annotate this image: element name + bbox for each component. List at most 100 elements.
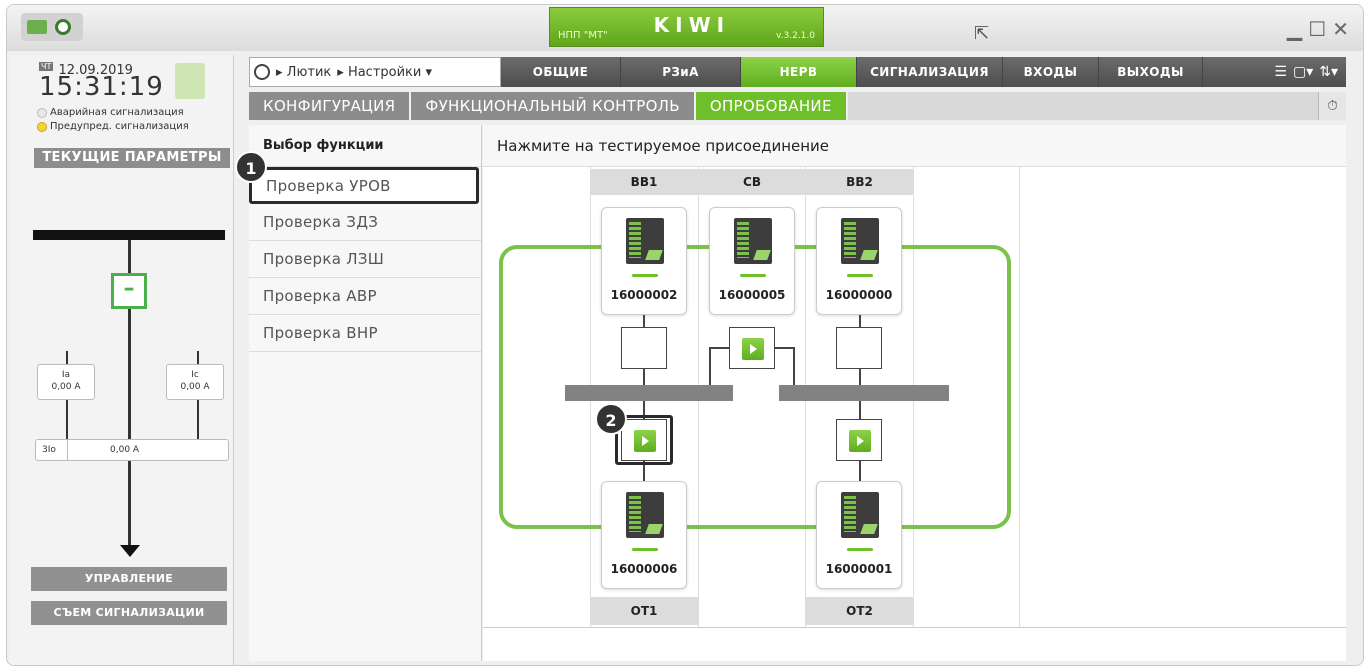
switch-vv1[interactable] xyxy=(621,327,667,369)
subtabs-bar: КОНФИГУРАЦИЯ ФУНКЦИОНАЛЬНЫЙ КОНТРОЛЬ ОПР… xyxy=(249,92,1346,120)
device-status-bar xyxy=(632,548,658,551)
ia-stem xyxy=(66,400,68,439)
breadcrumb-item-1[interactable]: ▸ Лютик xyxy=(276,65,331,80)
alarm-indicator: Аварийная сигнализация xyxy=(37,107,184,118)
product-name: KIWI xyxy=(653,12,731,37)
ia-tick xyxy=(66,351,68,365)
left-panel: ЧТ 12.09.2019 15:31:19 Аварийная сигнали… xyxy=(9,55,234,665)
function-item-urov[interactable]: Проверка УРОВ xyxy=(249,167,479,204)
alarm-dot-icon xyxy=(37,107,47,118)
title-bar: НПП "МТ" KIWI v.3.2.1.0 ⇱ ▁ ☐ ✕ xyxy=(7,5,1363,51)
wire xyxy=(859,461,861,481)
lock-icon[interactable] xyxy=(175,63,205,99)
alarm-label: Аварийная сигнализация xyxy=(50,107,184,118)
wire xyxy=(793,347,795,385)
wire xyxy=(775,347,795,349)
switch-vv2[interactable] xyxy=(836,327,882,369)
i3o-meter: 3Io 0,00 A xyxy=(35,439,229,461)
function-item-zdz[interactable]: Проверка ЗДЗ xyxy=(249,204,481,241)
function-list: Выбор функции Проверка УРОВ Проверка ЗДЗ… xyxy=(249,125,482,661)
step-marker-2: 2 xyxy=(595,403,627,435)
breaker-icon[interactable]: – xyxy=(111,273,147,309)
brand-banner: НПП "МТ" KIWI v.3.2.1.0 xyxy=(549,7,824,47)
app-logo xyxy=(21,13,83,41)
device-id: 16000001 xyxy=(825,562,893,576)
device-ot2[interactable]: 16000001 xyxy=(816,481,902,589)
minimize-icon[interactable]: ▁ xyxy=(1287,17,1302,41)
close-icon[interactable]: ✕ xyxy=(1332,17,1349,41)
control-button[interactable]: УПРАВЛЕНИЕ xyxy=(31,567,227,591)
device-status-bar xyxy=(847,548,873,551)
device-status-bar xyxy=(847,274,873,277)
device-status-bar xyxy=(740,274,766,277)
settings-slider-icon[interactable]: ⇅▾ xyxy=(1319,64,1338,80)
device-ot1[interactable]: 16000006 xyxy=(601,481,687,589)
subtab-testing[interactable]: ОПРОБОВАНИЕ xyxy=(695,92,848,120)
grid-line xyxy=(1019,167,1020,627)
tab-outputs[interactable]: ВЫХОДЫ xyxy=(1099,57,1203,87)
play-icon[interactable] xyxy=(849,430,871,452)
play-icon[interactable] xyxy=(742,338,764,360)
wire xyxy=(643,315,645,327)
ia-label: Ia xyxy=(61,370,71,380)
version-label: v.3.2.1.0 xyxy=(776,31,815,41)
device-sv[interactable]: 16000005 xyxy=(709,207,795,315)
ic-value: 0,00 A xyxy=(180,382,210,392)
warning-dot-icon xyxy=(37,121,47,132)
busbar-section-2 xyxy=(779,385,949,401)
divider xyxy=(483,627,1346,628)
switch-ot2[interactable] xyxy=(836,419,882,461)
function-item-vnr[interactable]: Проверка ВНР xyxy=(249,315,481,352)
relay-device-icon xyxy=(841,218,879,264)
column-header-sv: СВ xyxy=(699,169,805,195)
nav-tools: ☰ ▢▾ ⇅▾ xyxy=(1274,64,1346,80)
i3o-value: 0,00 A xyxy=(110,445,140,455)
list-icon[interactable]: ☰ xyxy=(1274,64,1287,80)
device-id: 16000002 xyxy=(610,288,678,302)
subtab-functional-control[interactable]: ФУНКЦИОНАЛЬНЫЙ КОНТРОЛЬ xyxy=(411,92,696,120)
mouse-cursor-icon: ⇱ xyxy=(974,23,990,44)
switch-sv[interactable] xyxy=(729,327,775,369)
function-item-avr[interactable]: Проверка АВР xyxy=(249,278,481,315)
i3o-label: 3Io xyxy=(36,440,68,460)
wire xyxy=(709,347,711,385)
ic-label: Ic xyxy=(191,370,199,380)
subtab-configuration[interactable]: КОНФИГУРАЦИЯ xyxy=(249,92,412,120)
document-icon[interactable]: ▢▾ xyxy=(1293,64,1313,80)
device-id: 16000005 xyxy=(718,288,786,302)
ic-meter: Ic 0,00 A xyxy=(166,364,224,400)
wire xyxy=(643,369,645,385)
tab-rza[interactable]: РЗиА xyxy=(621,57,741,87)
tab-nerv[interactable]: НЕРВ xyxy=(741,57,857,87)
company-name: НПП "МТ" xyxy=(558,30,608,41)
down-arrow-icon xyxy=(120,545,140,557)
current-params-button[interactable]: ТЕКУЩИЕ ПАРАМЕТРЫ xyxy=(34,148,230,168)
function-item-lzsh[interactable]: Проверка ЛЗШ xyxy=(249,241,481,278)
relay-device-icon xyxy=(734,218,772,264)
search-bar[interactable]: ▸ Лютик ▸ Настройки ▾ xyxy=(249,57,501,87)
breadcrumb-item-2[interactable]: ▸ Настройки ▾ xyxy=(337,65,432,80)
signal-icon xyxy=(27,20,47,34)
feeder-line-bottom xyxy=(128,309,131,545)
relay-device-icon xyxy=(841,492,879,538)
device-id: 16000006 xyxy=(610,562,678,576)
column-footer-ot1: ОТ1 xyxy=(590,597,698,625)
clock-settings-icon[interactable]: ⏱ xyxy=(1318,92,1346,120)
tab-signaling[interactable]: СИГНАЛИЗАЦИЯ xyxy=(857,57,1003,87)
window-controls: ▁ ☐ ✕ xyxy=(1287,17,1349,41)
tab-general[interactable]: ОБЩИЕ xyxy=(501,57,621,87)
busbar-section-1 xyxy=(565,385,733,401)
clock-time: 15:31:19 xyxy=(39,72,164,102)
warning-label: Предупред. сигнализация xyxy=(50,121,189,132)
ic-tick xyxy=(197,351,199,365)
device-status-bar xyxy=(632,274,658,277)
device-vv1[interactable]: 16000002 xyxy=(601,207,687,315)
maximize-icon[interactable]: ☐ xyxy=(1308,17,1326,41)
reset-signal-button[interactable]: СЪЕМ СИГНАЛИЗАЦИИ xyxy=(31,601,227,625)
tab-inputs[interactable]: ВХОДЫ xyxy=(1003,57,1099,87)
warning-indicator: Предупред. сигнализация xyxy=(37,121,189,132)
ic-stem xyxy=(197,400,199,439)
device-vv2[interactable]: 16000000 xyxy=(816,207,902,315)
wire xyxy=(859,401,861,419)
search-icon[interactable] xyxy=(254,64,270,80)
